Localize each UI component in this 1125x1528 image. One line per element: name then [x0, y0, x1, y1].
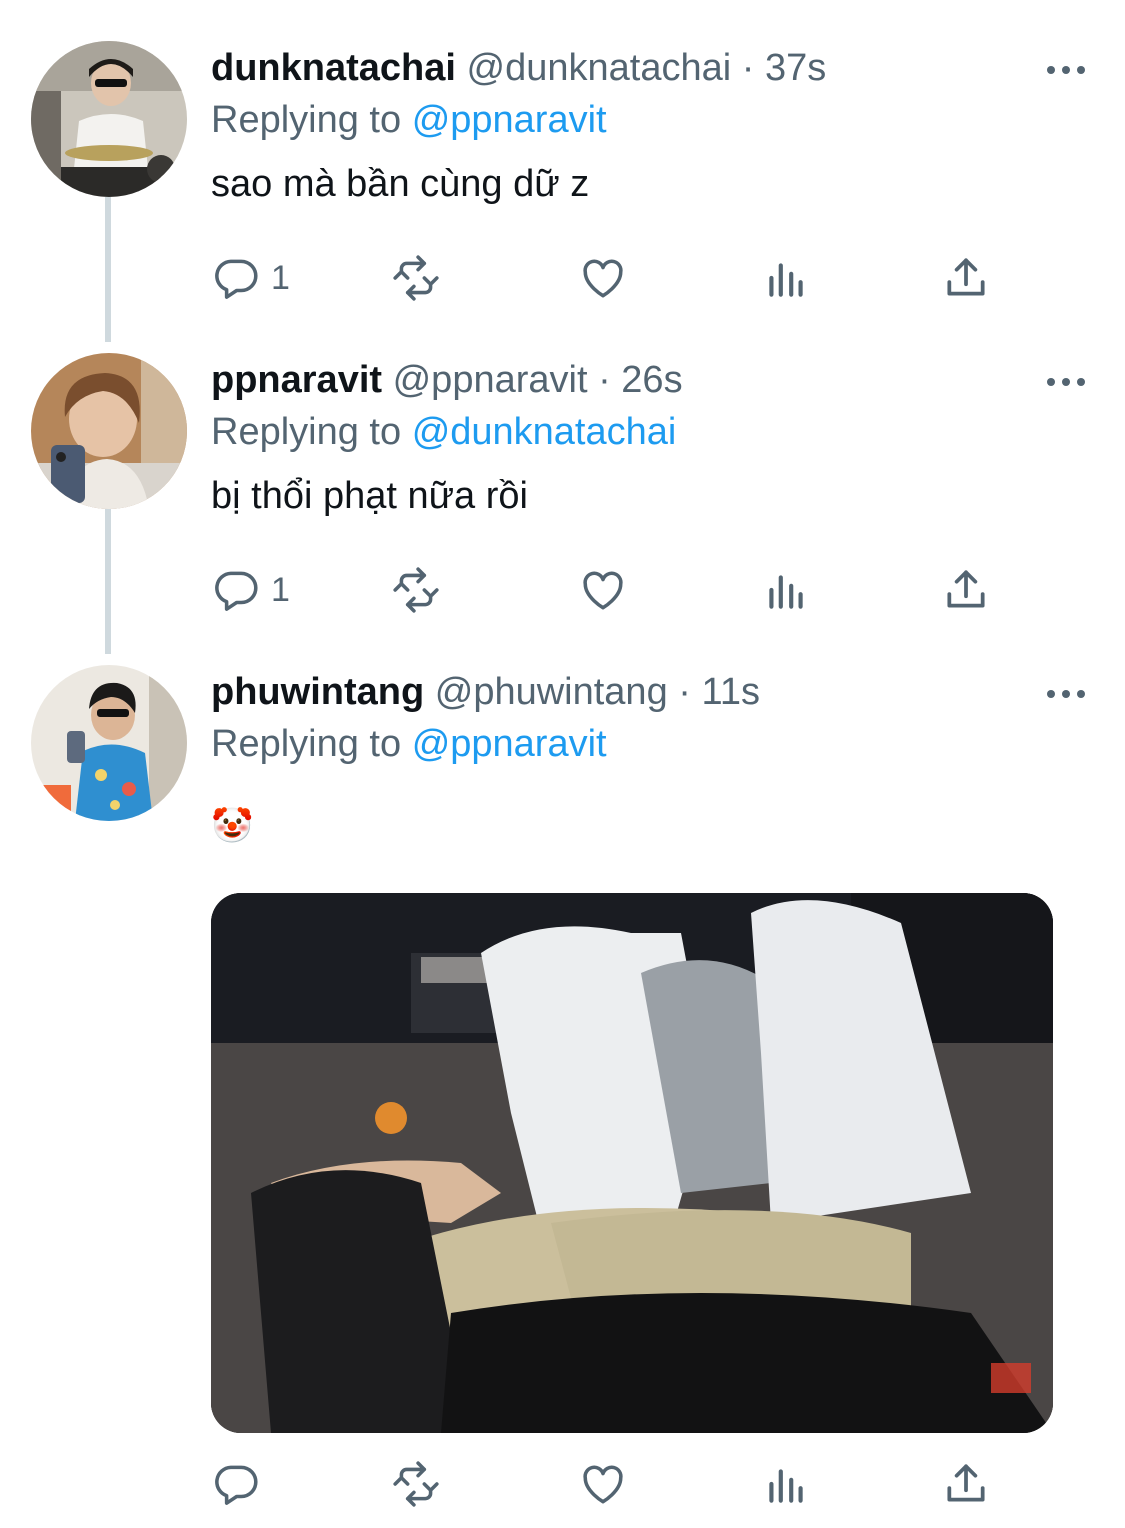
share-icon — [947, 258, 985, 296]
like-button[interactable] — [578, 1458, 628, 1510]
retweet-button[interactable] — [391, 564, 441, 616]
analytics-button[interactable] — [761, 1458, 811, 1510]
like-button[interactable] — [578, 564, 628, 616]
action-bar — [211, 1458, 1011, 1510]
reply-icon — [215, 1465, 258, 1505]
reply-icon — [215, 571, 258, 611]
tweet-header: ppnaravit @ppnaravit · 26s — [211, 350, 683, 410]
reply-button[interactable]: 1 — [211, 564, 290, 616]
tweet-text: sao mà bần cùng dữ z — [211, 163, 590, 205]
display-name[interactable]: dunknatachai — [211, 47, 456, 89]
avatar-drummer-icon — [31, 41, 187, 197]
avatar[interactable] — [31, 665, 187, 821]
retweet-icon — [393, 1461, 439, 1507]
analytics-button[interactable] — [761, 564, 811, 616]
separator-dot: · — [598, 359, 611, 401]
share-icon — [947, 1464, 985, 1502]
user-handle[interactable]: @dunknatachai — [467, 47, 732, 89]
mention-link[interactable]: @ppnaravit — [412, 723, 607, 765]
user-handle[interactable]: @ppnaravit — [393, 359, 588, 401]
separator-dot: · — [741, 47, 755, 89]
analytics-icon — [769, 263, 803, 297]
more-icon[interactable] — [1036, 370, 1096, 394]
replying-label: Replying to — [211, 723, 402, 765]
tweet-header: dunknatachai @dunknatachai · 37s — [211, 38, 826, 98]
share-button[interactable] — [941, 252, 991, 304]
tweet-ppnaravit[interactable]: ppnaravit @ppnaravit · 26s Replying to @… — [0, 350, 1125, 640]
retweet-icon — [393, 255, 439, 301]
more-icon[interactable] — [1036, 682, 1096, 706]
tweet-text: bị thổi phạt nữa rồi — [211, 475, 528, 517]
reply-button[interactable] — [211, 1458, 271, 1510]
action-bar: 1 — [211, 564, 1011, 616]
retweet-button[interactable] — [391, 1458, 441, 1510]
like-icon — [583, 259, 623, 298]
display-name[interactable]: ppnaravit — [211, 359, 382, 401]
analytics-icon — [769, 575, 803, 609]
tweet-dunknatachai[interactable]: dunknatachai @dunknatachai · 37s Replyin… — [0, 38, 1125, 328]
timestamp[interactable]: 26s — [621, 359, 682, 401]
share-icon — [947, 570, 985, 608]
avatar-mirror-selfie-icon — [31, 665, 187, 821]
tweet-phuwintang[interactable]: phuwintang @phuwintang · 11s Replying to… — [0, 662, 1125, 1528]
share-button[interactable] — [941, 1458, 991, 1510]
tweet-header: phuwintang @phuwintang · 11s — [211, 662, 760, 722]
like-icon — [583, 1465, 623, 1504]
reply-icon — [215, 259, 258, 299]
mention-link[interactable]: @ppnaravit — [412, 99, 607, 141]
replying-to: Replying to @dunknatachai — [211, 402, 676, 462]
replying-label: Replying to — [211, 99, 402, 141]
separator-dot: · — [678, 671, 691, 713]
reply-count: 1 — [271, 570, 290, 609]
retweet-icon — [393, 567, 439, 613]
tweet-text: 🤡 — [211, 807, 254, 845]
reply-button[interactable]: 1 — [211, 252, 290, 304]
avatar[interactable] — [31, 353, 187, 509]
replying-to: Replying to @ppnaravit — [211, 714, 607, 774]
user-handle[interactable]: @phuwintang — [435, 671, 668, 713]
motorbike-photo — [211, 893, 1053, 1433]
tweet-media[interactable] — [211, 893, 1053, 1433]
share-button[interactable] — [941, 564, 991, 616]
reply-count: 1 — [271, 258, 290, 297]
retweet-button[interactable] — [391, 252, 441, 304]
mention-link[interactable]: @dunknatachai — [412, 411, 677, 453]
timestamp[interactable]: 37s — [765, 47, 826, 89]
more-icon[interactable] — [1036, 58, 1096, 82]
replying-label: Replying to — [211, 411, 402, 453]
analytics-button[interactable] — [761, 252, 811, 304]
avatar-selfie-icon — [31, 353, 187, 509]
like-icon — [583, 571, 623, 610]
timestamp[interactable]: 11s — [702, 671, 760, 713]
analytics-icon — [769, 1469, 803, 1503]
avatar[interactable] — [31, 41, 187, 197]
display-name[interactable]: phuwintang — [211, 671, 424, 713]
like-button[interactable] — [578, 252, 628, 304]
action-bar: 1 — [211, 252, 1011, 304]
replying-to: Replying to @ppnaravit — [211, 90, 607, 150]
